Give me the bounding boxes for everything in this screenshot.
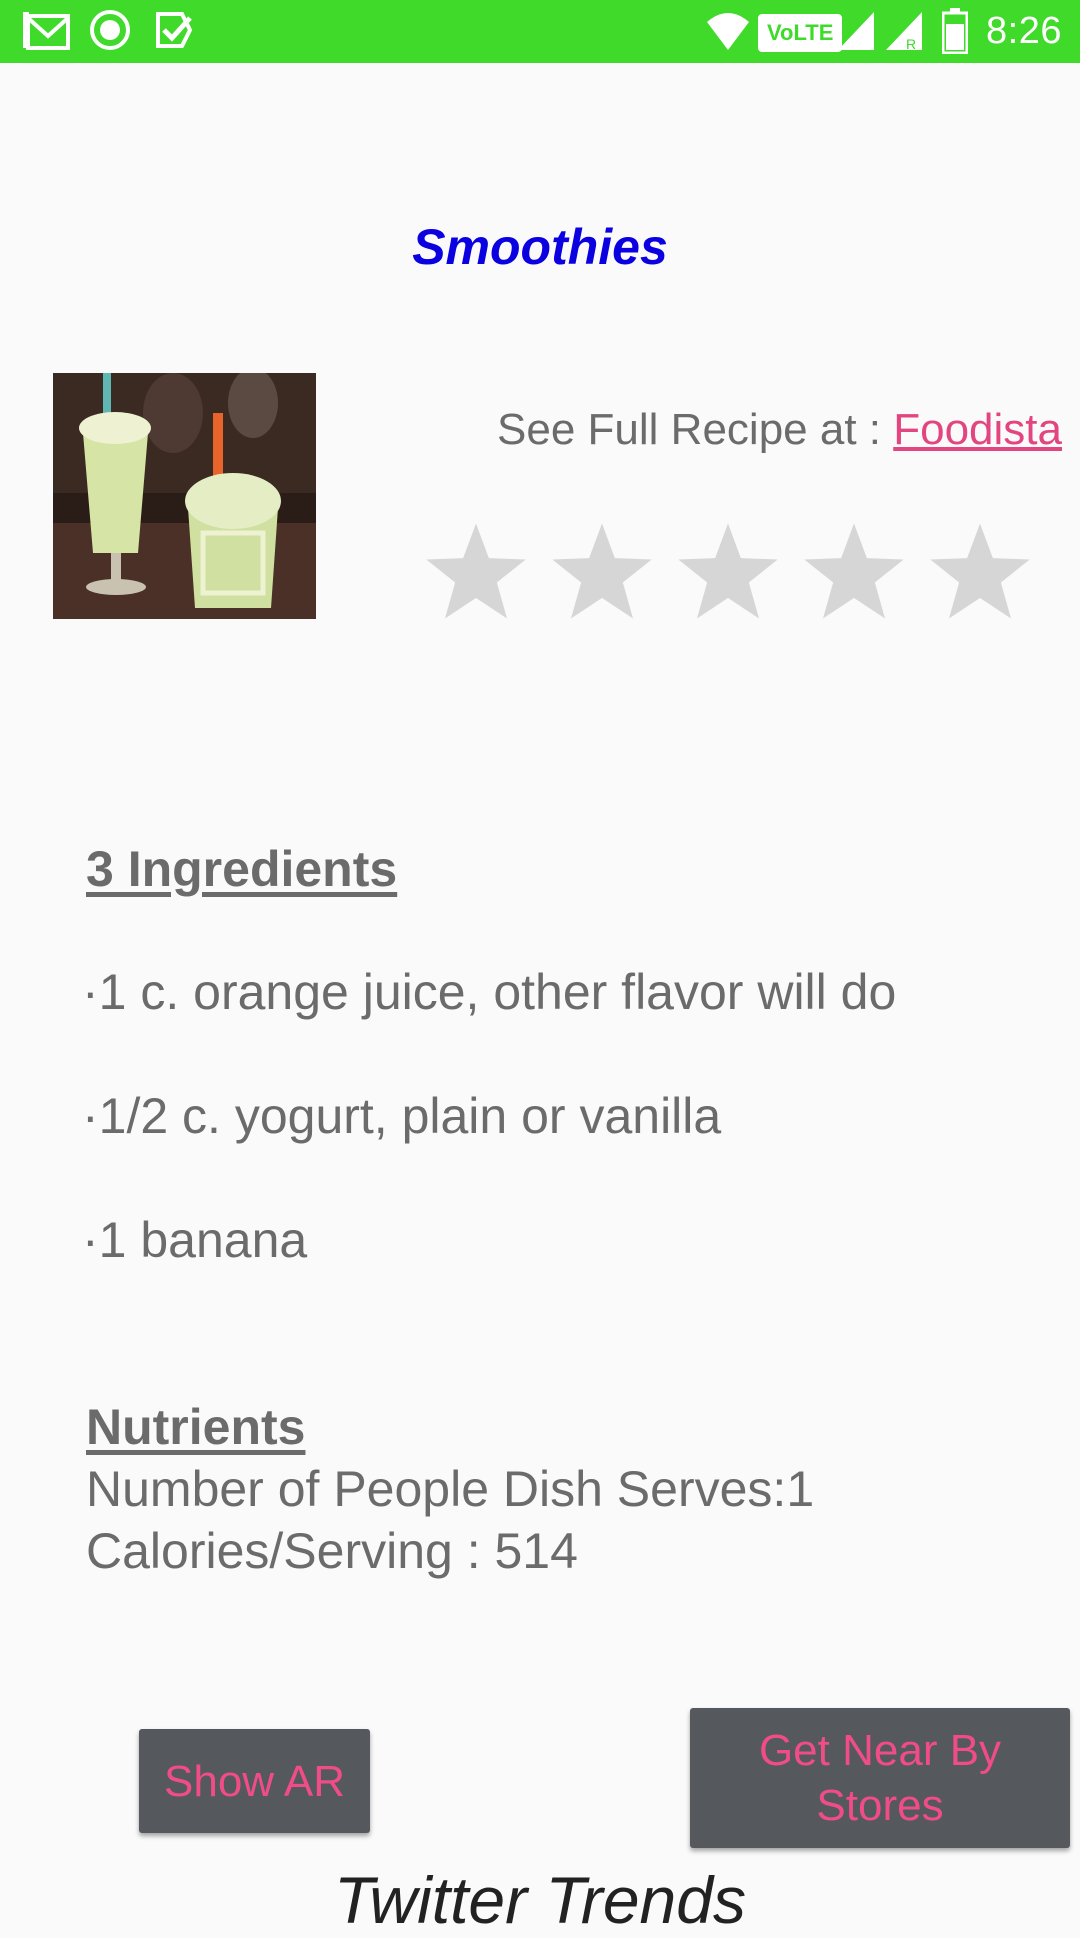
nutrients-heading: Nutrients bbox=[86, 1399, 306, 1455]
star-icon[interactable] bbox=[548, 520, 656, 622]
see-full-recipe: See Full Recipe at : Foodista bbox=[497, 405, 1062, 455]
calories-per-serving: Calories/Serving : 514 bbox=[86, 1523, 578, 1579]
recipe-photo bbox=[53, 373, 316, 619]
show-ar-button[interactable]: Show AR bbox=[139, 1729, 370, 1833]
status-bar: VoLTE R 8:26 bbox=[0, 0, 1080, 63]
volte-label: VoLTE bbox=[767, 20, 834, 45]
rating-bar[interactable] bbox=[422, 520, 1038, 620]
star-icon[interactable] bbox=[674, 520, 782, 622]
svg-text:R: R bbox=[906, 36, 916, 52]
star-icon[interactable] bbox=[422, 520, 530, 622]
status-time: 8:26 bbox=[986, 10, 1062, 52]
twitter-trends-heading: Twitter Trends bbox=[334, 1863, 746, 1937]
signal-roaming-icon: R bbox=[886, 12, 922, 52]
ingredient-item: ·1 banana bbox=[82, 1212, 308, 1268]
ingredients-heading: 3 Ingredients bbox=[86, 841, 398, 897]
gmail-icon bbox=[23, 12, 70, 50]
see-full-recipe-label: See Full Recipe at : bbox=[497, 405, 894, 454]
star-icon[interactable] bbox=[926, 520, 1034, 622]
volte-icon: VoLTE bbox=[758, 14, 843, 52]
circle-app-icon bbox=[90, 10, 130, 50]
get-near-by-stores-button[interactable]: Get Near By Stores bbox=[690, 1708, 1070, 1848]
ingredient-item: ·1/2 c. yogurt, plain or vanilla bbox=[82, 1088, 722, 1144]
signal-icon bbox=[838, 12, 874, 50]
recipe-title: Smoothies bbox=[412, 219, 668, 275]
ingredient-item: ·1 c. orange juice, other flavor will do bbox=[82, 964, 897, 1020]
wifi-icon bbox=[707, 13, 749, 50]
battery-icon bbox=[942, 8, 968, 54]
serves-count: Number of People Dish Serves:1 bbox=[86, 1461, 815, 1517]
foodista-link[interactable]: Foodista bbox=[893, 405, 1062, 454]
star-icon[interactable] bbox=[800, 520, 908, 622]
task-check-icon bbox=[156, 12, 193, 48]
